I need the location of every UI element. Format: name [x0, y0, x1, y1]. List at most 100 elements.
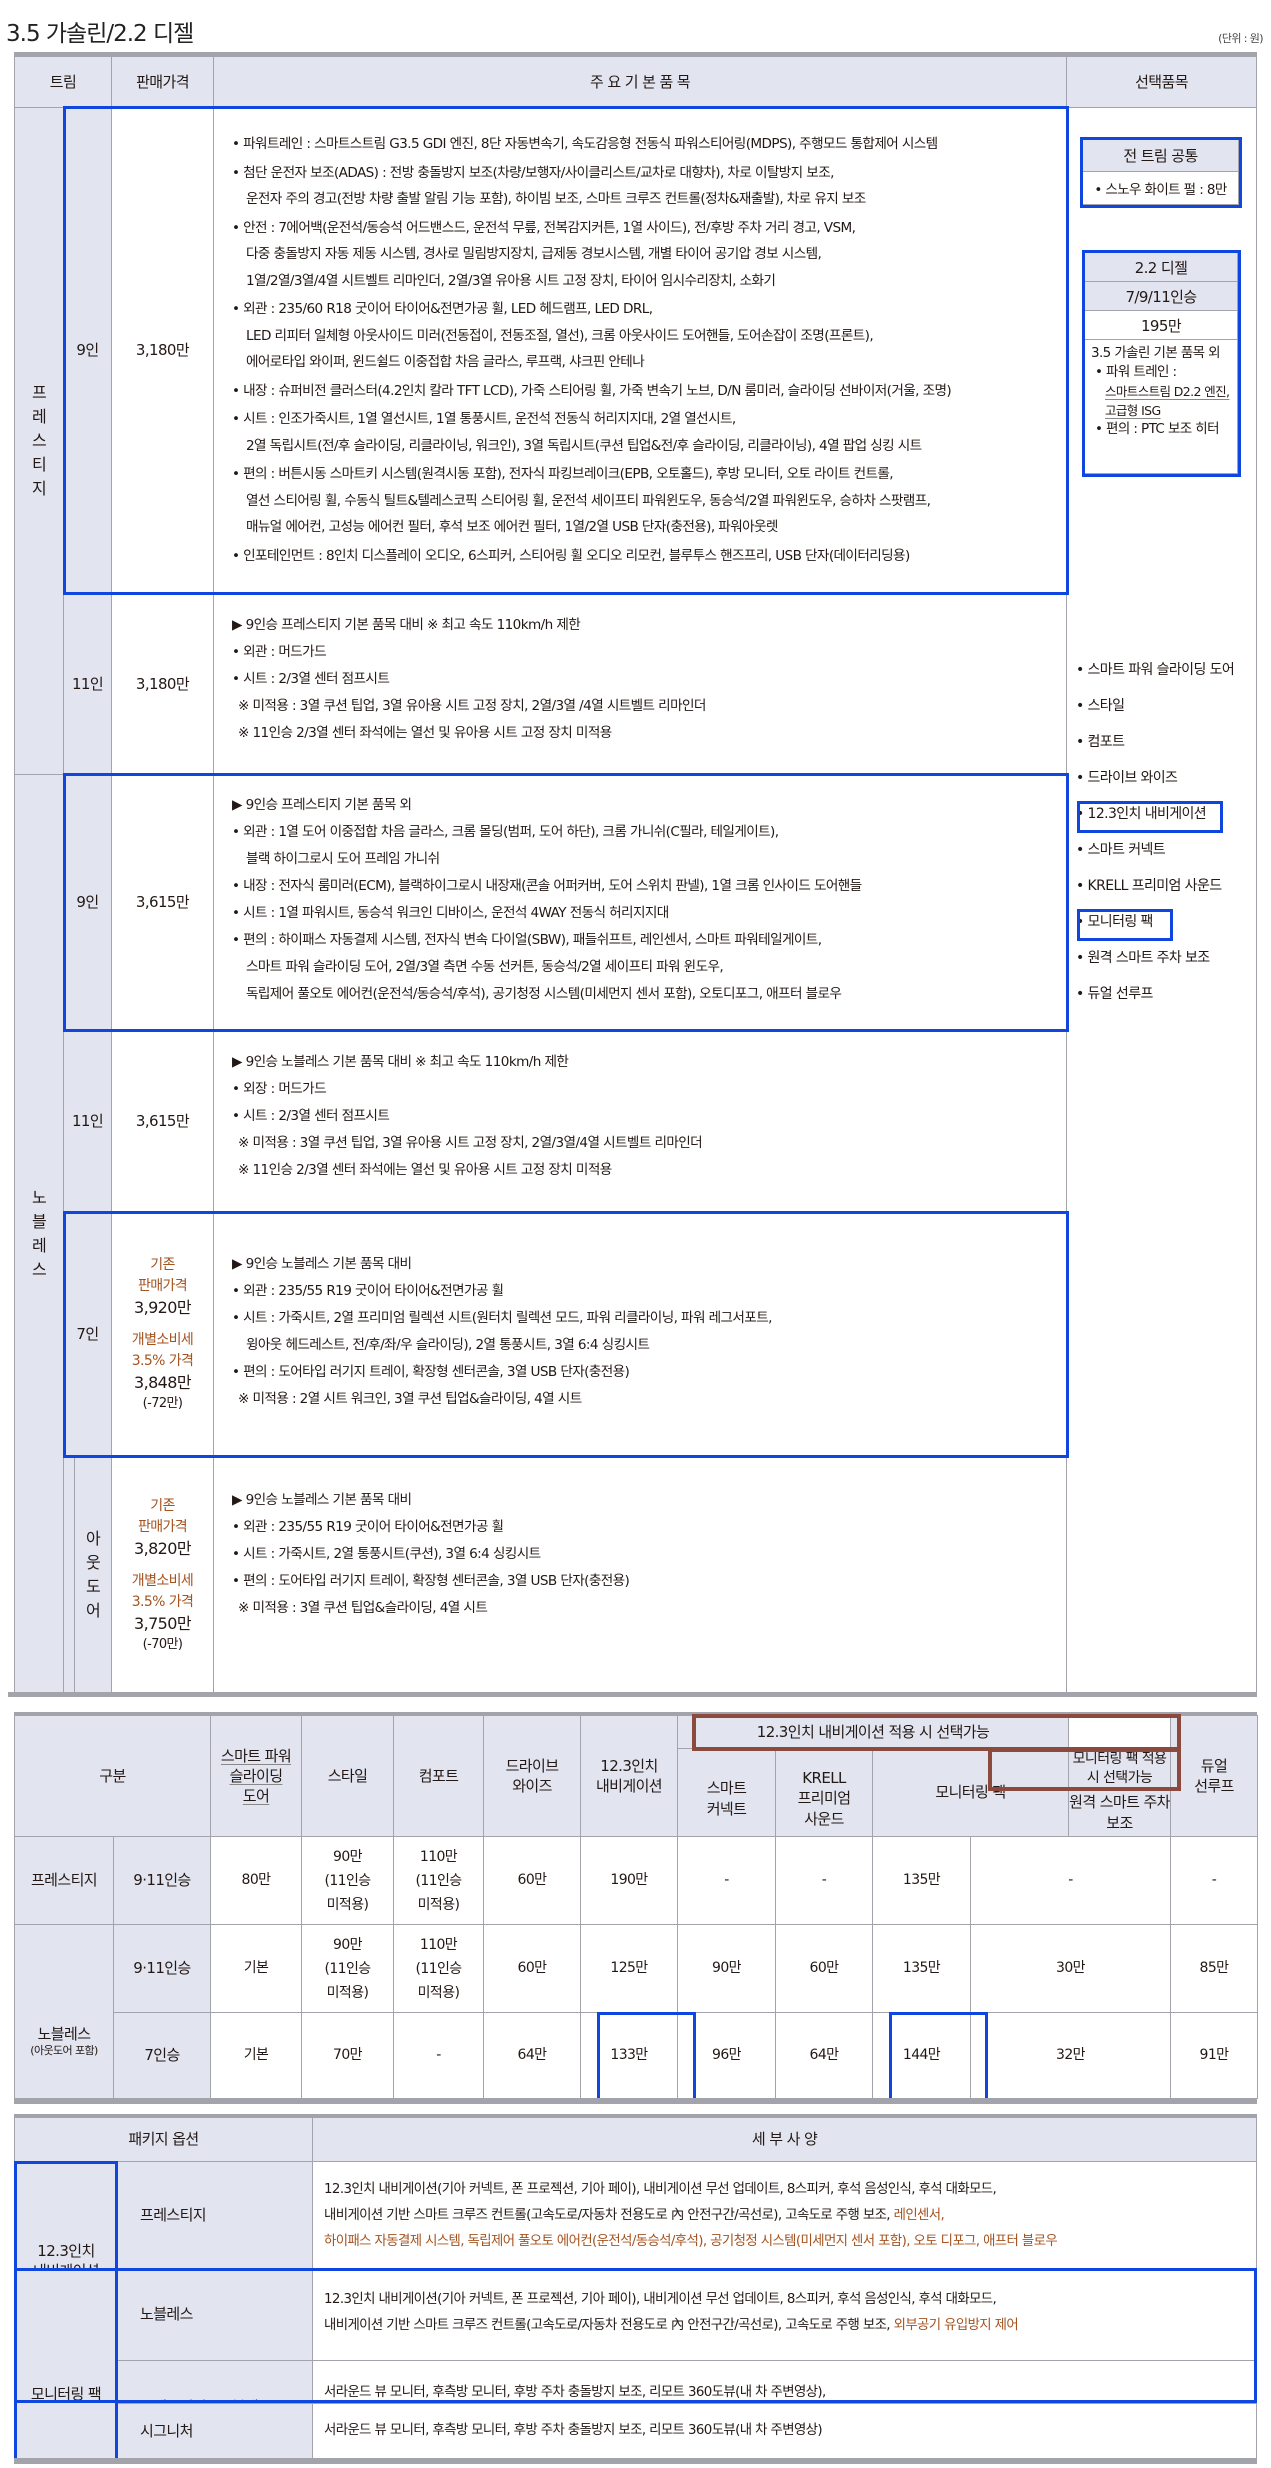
- t2-value: 110만 (11인승미적용): [393, 1924, 484, 2013]
- od-base-price: 3,820만: [134, 1538, 192, 1558]
- t2-noblesse911-seats: 9·11인승: [113, 1924, 211, 2013]
- detail-text-highlight: 외부공기 유입방지 제어: [893, 2318, 1019, 2333]
- pkg-nav-prestige-detail: 12.3인치 내비게이션(기아 커넥트, 폰 프로젝션, 기아 페이), 내비게…: [324, 2177, 1058, 2255]
- t2-value: 60만: [483, 1836, 581, 1925]
- feature-line: • 안전 : 7에어백(운전석/동승석 어드밴스드, 운전석 무릎, 전복감지커…: [232, 219, 856, 236]
- diesel-desc-line: • 편의 : PTC 보조 히터: [1095, 421, 1220, 437]
- feature-line: 1열/2열/3열/4열 시트벨트 리마인더, 2열/3열 유아용 시트 고정 장…: [246, 272, 776, 289]
- common-option-title: 전 트림 공통: [1083, 140, 1238, 172]
- od-tax-price: 3,750만: [134, 1613, 192, 1633]
- t2-header-connect-line: 스마트: [706, 1779, 747, 1798]
- t2-noblesse7-seats: 7인승: [113, 2012, 211, 2099]
- feature-line: • 외관 : 235/55 R19 굿이어 타이어&전면가공 휠: [232, 1519, 504, 1535]
- od-tax-label-2: 3.5% 가격: [131, 1593, 194, 1610]
- t2-value: 190만: [580, 1836, 678, 1925]
- n9-feature-list: ▶ 9인승 프레스티지 기본 품목 외 • 외관 : 1열 도어 이중접합 차음 …: [232, 792, 862, 1008]
- feature-line: • 인포테인먼트 : 8인치 디스플레이 오디오, 6스피커, 스티어링 휠 오…: [232, 547, 910, 564]
- feature-line: • 시트 : 2/3열 센터 점프시트: [232, 1108, 390, 1124]
- n7-price-cell: 기존 판매가격 3,920만 개별소비세 3.5% 가격 3,848만 (-72…: [111, 1212, 214, 1457]
- t2-header-category: 구분: [14, 1715, 211, 1837]
- t2-header-sliding-line: 슬라이딩: [229, 1766, 283, 1785]
- group-prestige-label: 프레스티지: [31, 381, 47, 501]
- vertical-char: 레: [31, 1236, 47, 1255]
- feature-line: ※ 11인승 2/3열 센터 좌석에는 열선 및 유아용 시트 고정 장치 미적…: [238, 725, 612, 741]
- feature-line: ※ 11인승 2/3열 센터 좌석에는 열선 및 유아용 시트 고정 장치 미적…: [238, 1162, 612, 1178]
- t2-header-parking: 원격 스마트 주차 보조: [1068, 1788, 1171, 1837]
- t2-value-line: 미적용): [417, 1984, 460, 2001]
- detail-line: 12.3인치 내비게이션(기아 커넥트, 폰 프로젝션, 기아 페이), 내비게…: [324, 2292, 997, 2307]
- detail-text: 내비게이션 기반 스마트 크루즈 컨트롤(고속도로/자동차 전용도로 內 안전구…: [324, 2318, 894, 2333]
- t2-header-krell: KRELL 프리미엄 사운드: [775, 1748, 873, 1837]
- t2-value: 135만: [872, 1836, 971, 1925]
- header-price: 판매가격: [111, 56, 214, 108]
- detail-text-highlight: 레인센서,: [893, 2208, 945, 2223]
- t2-value: 32만: [970, 2012, 1171, 2099]
- feature-line: ※ 미적용 : 3열 쿠션 팁업, 3열 유아용 시트 고정 장치, 2열/3열…: [238, 698, 706, 714]
- option-item: • 스타일: [1076, 698, 1125, 714]
- unit-label: (단위 : 원): [1218, 32, 1263, 45]
- t2-value: -: [393, 2012, 484, 2099]
- n7-feature-list: ▶ 9인승 노블레스 기본 품목 대비 • 외관 : 235/55 R19 굿이어…: [232, 1251, 772, 1413]
- feature-line: 블랙 하이그로시 도어 프레임 가니쉬: [246, 851, 440, 867]
- header-package: 패키지 옵션: [14, 2117, 313, 2162]
- feature-line: 2열 독립시트(전/후 슬라이딩, 리클라이닝, 워크인), 3열 독립시트(쿠…: [246, 437, 922, 454]
- pkg-mon-sig-trim: 시그니처: [117, 2403, 313, 2460]
- feature-line: LED 리피터 일체형 아웃사이드 미러(전동접이, 전동조절, 열선), 크롬…: [246, 327, 874, 344]
- feature-line: ※ 미적용 : 2열 시트 워크인, 3열 쿠션 팁업&슬라이딩, 4열 시트: [238, 1391, 582, 1407]
- t2-value-line: 90만: [333, 1848, 363, 1865]
- detail-text: 내비게이션 기반 스마트 크루즈 컨트롤(고속도로/자동차 전용도로 內 안전구…: [324, 2208, 894, 2223]
- vertical-char: 블: [31, 1212, 47, 1231]
- n7-base-label-2: 판매가격: [137, 1278, 188, 1294]
- diesel-desc-line: • 파워 트레인 :: [1095, 364, 1177, 380]
- option-item: • 드라이브 와이즈: [1076, 770, 1178, 786]
- t2-value-line: (11인승: [324, 1960, 371, 1977]
- vertical-char: 아: [85, 1529, 101, 1548]
- feature-line: • 외관 : 머드가드: [232, 644, 327, 660]
- vertical-char: 스: [31, 431, 47, 450]
- detail-line: 내비게이션 기반 스마트 크루즈 컨트롤(고속도로/자동차 전용도로 內 안전구…: [324, 2203, 1057, 2229]
- diesel-desc-line: 3.5 가솔린 기본 품목 외: [1091, 345, 1221, 361]
- t2-header-sliding-line: 스마트 파워: [220, 1746, 292, 1765]
- vertical-char: 스: [31, 1260, 47, 1279]
- page-title: 3.5 가솔린/2.2 디젤: [6, 21, 194, 47]
- feature-line: ▶ 9인승 노블레스 기본 품목 대비: [232, 1492, 412, 1508]
- t2-value: 70만: [301, 2012, 394, 2099]
- feature-line: 독립제어 풀오토 에어컨(운전석/동승석/후석), 공기청정 시스템(미세먼지 …: [246, 986, 842, 1002]
- t2-value-line: 미적용): [326, 1984, 369, 2001]
- t2-header-sunroof: 듀얼 선루프: [1170, 1715, 1258, 1837]
- t2-header-drive: 드라이브 와이즈: [483, 1715, 581, 1837]
- group-noblesse: 노블레스: [14, 774, 64, 1694]
- feature-line: ▶ 9인승 노블레스 기본 품목 대비 ※ 최고 속도 110km/h 제한: [232, 1054, 569, 1070]
- n11-seats: 11인: [63, 1030, 112, 1213]
- od-base-label-2: 판매가격: [137, 1518, 188, 1535]
- n9-seats: 9인: [63, 774, 112, 1031]
- t2-value: 64만: [775, 2012, 873, 2099]
- outdoor-label: 아웃도어: [85, 1527, 101, 1623]
- t2-value-line: (11인승: [415, 1960, 462, 1977]
- t2-value: 60만: [775, 1924, 873, 2013]
- t2-value-line: 110만: [419, 1936, 458, 1953]
- feature-line: 에어로타입 와이퍼, 윈드쉴드 이중접합 차음 글라스, 루프랙, 샤크핀 안테…: [246, 354, 645, 370]
- feature-line: • 외관 : 235/60 R18 굿이어 타이어&전면가공 휠, LED 헤드…: [232, 301, 653, 317]
- vertical-char: 도: [85, 1577, 101, 1596]
- feature-line: • 외관 : 1열 도어 이중접합 차음 글라스, 크롬 몰딩(범퍼, 도어 하…: [232, 824, 779, 840]
- common-option-box: 전 트림 공통 • 스노우 화이트 펄 : 8만: [1082, 139, 1239, 205]
- n7-base-label-1: 기존: [150, 1257, 175, 1273]
- t2-value-line: 미적용): [417, 1896, 460, 1913]
- vertical-char: 어: [85, 1601, 101, 1620]
- t2-value: -: [970, 1836, 1171, 1925]
- t2-value: 기본: [210, 2012, 302, 2099]
- feature-line: 윙아웃 헤드레스트, 전/후/좌/우 슬라이딩), 2열 통풍시트, 3열 6:…: [246, 1337, 650, 1353]
- t2-value: 133만: [580, 2012, 678, 2099]
- vertical-char: 레: [31, 407, 47, 426]
- option-item: • 듀얼 선루프: [1076, 986, 1153, 1002]
- t2-value: 90만: [677, 1924, 776, 2013]
- t2-value: 90만 (11인승 미적용): [301, 1836, 394, 1925]
- header-trim: 트림: [14, 56, 112, 108]
- diesel-desc: 3.5 가솔린 기본 품목 외 • 파워 트레인 : 스마트스트림 D2.2 엔…: [1085, 340, 1237, 439]
- option-item: • 컴포트: [1076, 734, 1125, 750]
- t2-value-line: (11인승: [324, 1872, 371, 1889]
- feature-line: • 외장 : 머드가드: [232, 1081, 327, 1097]
- table3-bottom-bar: [14, 2458, 1257, 2464]
- detail-line: 하이패스 자동결제 시스템, 독립제어 풀오토 에어컨(운전석/동승석/후석),…: [324, 2234, 1058, 2249]
